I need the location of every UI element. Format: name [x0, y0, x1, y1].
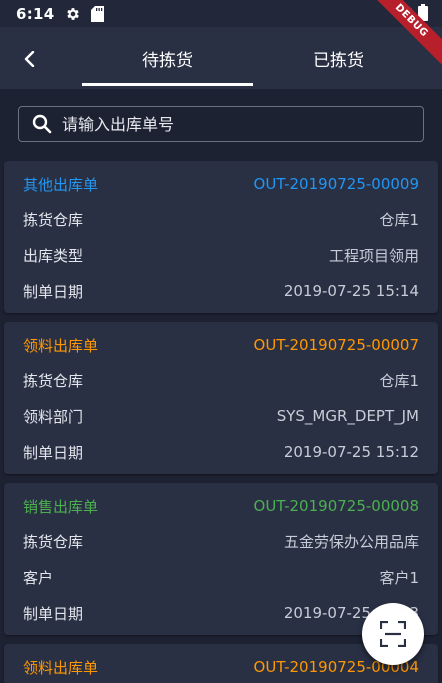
order-card[interactable]: 领料出库单 OUT-20190725-00007 拣货仓库 仓库1 领料部门 S…: [4, 322, 438, 474]
field-label: 出库类型: [23, 246, 84, 265]
search-box[interactable]: [18, 106, 424, 142]
sd-card-icon: [90, 5, 104, 22]
order-type: 领料出库单: [23, 336, 99, 355]
field-value: 工程项目领用: [328, 246, 419, 265]
order-code: OUT-20190725-00009: [253, 175, 419, 193]
field-value: 五金劳保办公用品库: [283, 532, 419, 551]
field-label: 拣货仓库: [23, 210, 84, 229]
search-input[interactable]: [62, 114, 402, 134]
search-icon: [32, 114, 52, 134]
field-label: 客户: [23, 568, 54, 587]
active-tab-indicator: [82, 83, 253, 86]
order-code: OUT-20190725-00007: [253, 336, 419, 354]
scan-icon: [380, 621, 406, 647]
field-value: 2019-07-25 15:12: [283, 443, 419, 461]
order-field-row: 领料部门 SYS_MGR_DEPT_JM: [23, 398, 419, 434]
order-card-header: 销售出库单 OUT-20190725-00008: [23, 488, 419, 524]
field-label: 领料部门: [23, 407, 84, 426]
order-field-row: 制单日期 2019-07-25 15:13: [23, 595, 419, 631]
field-value: 2019-07-25 15:14: [283, 282, 419, 300]
order-field-row: 拣货仓库 仓库1: [23, 201, 419, 237]
settings-gear-icon: [65, 6, 81, 22]
order-field-row: 制单日期 2019-07-25 15:14: [23, 273, 419, 309]
order-field-row: 制单日期 2019-07-25 15:12: [23, 434, 419, 470]
order-code: OUT-20190725-00008: [253, 497, 419, 515]
app-bar: 待拣货 已拣货: [0, 27, 442, 89]
order-card[interactable]: 其他出库单 OUT-20190725-00009 拣货仓库 仓库1 出库类型 工…: [4, 161, 438, 313]
scan-button[interactable]: [362, 603, 424, 665]
tab-picked[interactable]: 已拣货: [253, 27, 424, 89]
order-field-row: 客户 客户1: [23, 559, 419, 595]
order-card-header: 其他出库单 OUT-20190725-00009: [23, 166, 419, 202]
order-card-header: 领料出库单 OUT-20190725-00004: [23, 649, 419, 683]
tab-pending-pick[interactable]: 待拣货: [82, 27, 253, 89]
field-value: SYS_MGR_DEPT_JM: [276, 407, 419, 425]
order-type: 销售出库单: [23, 497, 99, 516]
chevron-left-icon: [24, 51, 35, 67]
field-value: 仓库1: [379, 371, 419, 390]
back-button[interactable]: [16, 45, 44, 73]
order-field-row: 拣货仓库 仓库1: [23, 362, 419, 398]
search-section: [0, 89, 442, 155]
order-type: 领料出库单: [23, 658, 99, 677]
field-label: 制单日期: [23, 604, 84, 623]
order-card-header: 领料出库单 OUT-20190725-00007: [23, 327, 419, 363]
field-label: 拣货仓库: [23, 532, 84, 551]
order-type: 其他出库单: [23, 175, 99, 194]
field-value: 仓库1: [379, 210, 419, 229]
field-label: 制单日期: [23, 282, 84, 301]
order-field-row: 出库类型 工程项目领用: [23, 237, 419, 273]
status-time: 6:14: [16, 4, 55, 23]
field-label: 制单日期: [23, 443, 84, 462]
order-field-row: 拣货仓库 五金劳保办公用品库: [23, 523, 419, 559]
field-value: 客户1: [379, 568, 419, 587]
field-label: 拣货仓库: [23, 371, 84, 390]
status-bar: 6:14: [0, 0, 442, 27]
